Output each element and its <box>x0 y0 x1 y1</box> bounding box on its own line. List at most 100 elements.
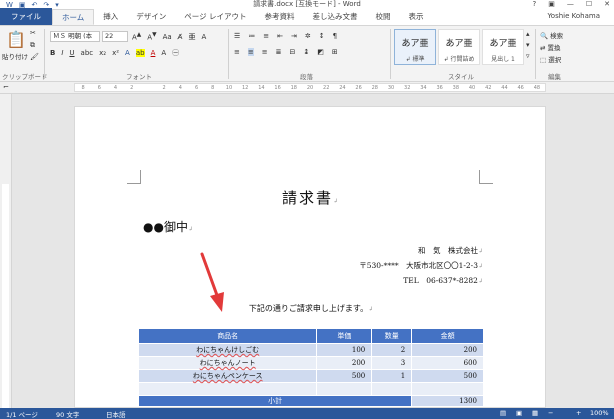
replace-button[interactable]: ⇄ 置換 <box>540 42 561 52</box>
empty-cell[interactable] <box>411 382 484 396</box>
shading-icon[interactable]: ◩ <box>317 48 324 56</box>
user-name[interactable]: Yoshie Kohama <box>547 12 600 20</box>
borders-icon[interactable]: ⊞ <box>332 48 338 56</box>
quantity-cell[interactable]: 2 <box>371 343 413 357</box>
select-button[interactable]: ⬚ 選択 <box>540 54 561 64</box>
styles-more-icon[interactable]: ▿ <box>526 52 530 60</box>
change-case-icon[interactable]: Aa <box>163 33 172 41</box>
sender-address[interactable]: 〒530-**** 大阪市北区〇〇1-2-3↲ <box>359 260 483 271</box>
sender-tel[interactable]: TEL 06-637*-8282↲ <box>403 275 483 286</box>
tab-page-layout[interactable]: ページ レイアウト <box>175 9 255 25</box>
style-no-spacing[interactable]: あア亜 ↲ 行間詰め <box>438 29 480 65</box>
tab-home[interactable]: ホーム <box>52 9 95 25</box>
tab-insert[interactable]: 挿入 <box>94 9 127 25</box>
strikethrough-icon[interactable]: abc <box>81 49 94 57</box>
align-right-icon[interactable]: ≡ <box>262 48 268 56</box>
tab-selector-icon[interactable]: ⌐ <box>3 83 9 91</box>
product-cell[interactable]: わにちゃんノート <box>137 356 318 370</box>
asian-layout-icon[interactable]: ✲ <box>305 32 311 40</box>
empty-cell[interactable] <box>316 382 373 396</box>
font-color-icon[interactable]: A <box>151 49 156 57</box>
numbering-icon[interactable]: ≔ <box>248 32 255 40</box>
char-border-icon[interactable]: A <box>201 33 206 41</box>
close-button[interactable]: ✕ <box>604 0 610 8</box>
read-mode-icon[interactable]: ▤ <box>500 409 506 417</box>
zoom-out-icon[interactable]: − <box>548 409 553 417</box>
clear-format-icon[interactable]: A̸ <box>178 33 183 41</box>
document-title[interactable]: 請求書↲ <box>75 187 547 208</box>
amount-cell[interactable]: 600 <box>411 356 484 370</box>
amount-cell[interactable]: 500 <box>411 369 484 383</box>
col-header-unit-price[interactable]: 単価 <box>316 328 373 344</box>
invoice-table[interactable]: 商品名 単価 数量 金額 わにちゃんけしごむ 100 2 200 わにちゃんノー… <box>137 328 484 407</box>
copy-icon[interactable]: ⧉ <box>30 41 35 50</box>
distributed-icon[interactable]: ⊟ <box>290 48 296 56</box>
zoom-in-icon[interactable]: + <box>576 409 581 417</box>
product-cell[interactable]: わにちゃんペンケース <box>137 369 318 383</box>
grow-font-icon[interactable]: A▲ <box>132 32 141 41</box>
web-layout-icon[interactable]: ▦ <box>532 409 538 417</box>
addressee[interactable]: ●●御中↲ <box>143 218 193 235</box>
help-button[interactable]: ? <box>533 0 537 8</box>
bold-icon[interactable]: B <box>50 49 55 57</box>
maximize-button[interactable]: ☐ <box>586 0 592 8</box>
tab-references[interactable]: 参考資料 <box>256 9 304 25</box>
empty-cell[interactable] <box>371 382 413 396</box>
subtotal-label[interactable]: 小計 <box>137 395 413 407</box>
underline-icon[interactable]: U <box>69 49 74 57</box>
horizontal-ruler[interactable]: ⌐ 8 6 4 2 2 4 6 8 10 12 14 16 18 20 22 24 26 28 30 32 34 36 38… <box>0 82 614 94</box>
format-painter-icon[interactable]: 🖌 <box>30 53 39 61</box>
sort-icon[interactable]: ↕ <box>319 32 325 40</box>
shrink-font-icon[interactable]: A▼ <box>147 32 156 41</box>
zoom-level[interactable]: 100% <box>590 409 609 417</box>
ribbon-options-button[interactable]: ▣ <box>548 0 555 8</box>
tab-view[interactable]: 表示 <box>400 9 433 25</box>
amount-cell[interactable]: 200 <box>411 343 484 357</box>
document-page[interactable]: 請求書↲ ●●御中↲ 和 気 株式会社↲ 〒530-**** 大阪市北区〇〇1-… <box>74 106 546 408</box>
align-center-icon[interactable]: ≡ <box>247 48 254 56</box>
italic-icon[interactable]: I <box>61 49 63 57</box>
quantity-cell[interactable]: 3 <box>371 356 413 370</box>
text-effects-icon[interactable]: A <box>125 49 130 57</box>
justify-icon[interactable]: ≣ <box>276 48 282 56</box>
unit-price-cell[interactable]: 200 <box>316 356 373 370</box>
show-marks-icon[interactable]: ¶ <box>333 32 337 40</box>
styles-scroll-up-icon[interactable]: ▴ <box>526 30 530 38</box>
font-size-select[interactable]: 22 <box>102 31 128 42</box>
empty-cell[interactable] <box>137 382 318 396</box>
col-header-product[interactable]: 商品名 <box>137 328 318 344</box>
greeting-text[interactable]: 下記の通りご請求申し上げます。↲ <box>75 303 547 314</box>
enclosed-char-icon[interactable]: ㊀ <box>172 48 179 58</box>
char-shading-icon[interactable]: A <box>161 49 166 57</box>
unit-price-cell[interactable]: 100 <box>316 343 373 357</box>
decrease-indent-icon[interactable]: ⇤ <box>277 32 283 40</box>
find-button[interactable]: 🔍 検索 <box>540 30 563 40</box>
col-header-quantity[interactable]: 数量 <box>371 328 413 344</box>
page-count[interactable]: 1/1 ページ <box>6 409 38 419</box>
col-header-amount[interactable]: 金額 <box>411 328 484 344</box>
tab-file[interactable]: ファイル <box>0 8 52 25</box>
minimize-button[interactable]: — <box>567 0 574 8</box>
multilevel-list-icon[interactable]: ≡ <box>263 32 269 40</box>
align-left-icon[interactable]: ≡ <box>234 48 240 56</box>
word-count[interactable]: 90 文字 <box>56 409 79 419</box>
subtotal-value[interactable]: 1300 <box>411 395 484 407</box>
language-indicator[interactable]: 日本語 <box>106 409 126 419</box>
sender-company[interactable]: 和 気 株式会社↲ <box>418 245 483 256</box>
styles-scroll-down-icon[interactable]: ▾ <box>526 41 530 49</box>
line-spacing-icon[interactable]: ↨ <box>303 48 309 56</box>
unit-price-cell[interactable]: 500 <box>316 369 373 383</box>
highlight-icon[interactable]: ab <box>135 49 145 57</box>
print-layout-icon[interactable]: ▣ <box>516 409 522 417</box>
style-normal[interactable]: あア亜 ↲ 標準 <box>394 29 436 65</box>
product-cell[interactable]: わにちゃんけしごむ <box>137 343 318 357</box>
style-heading1[interactable]: あア亜 見出し 1 <box>482 29 524 65</box>
paste-icon[interactable]: 📋 <box>6 30 26 49</box>
tab-design[interactable]: デザイン <box>127 9 175 25</box>
bullets-icon[interactable]: ☰ <box>234 32 240 40</box>
superscript-icon[interactable]: x² <box>112 49 119 57</box>
quantity-cell[interactable]: 1 <box>371 369 413 383</box>
subscript-icon[interactable]: x₂ <box>99 49 106 57</box>
increase-indent-icon[interactable]: ⇥ <box>291 32 297 40</box>
paste-button[interactable]: 貼り付け <box>2 51 28 61</box>
